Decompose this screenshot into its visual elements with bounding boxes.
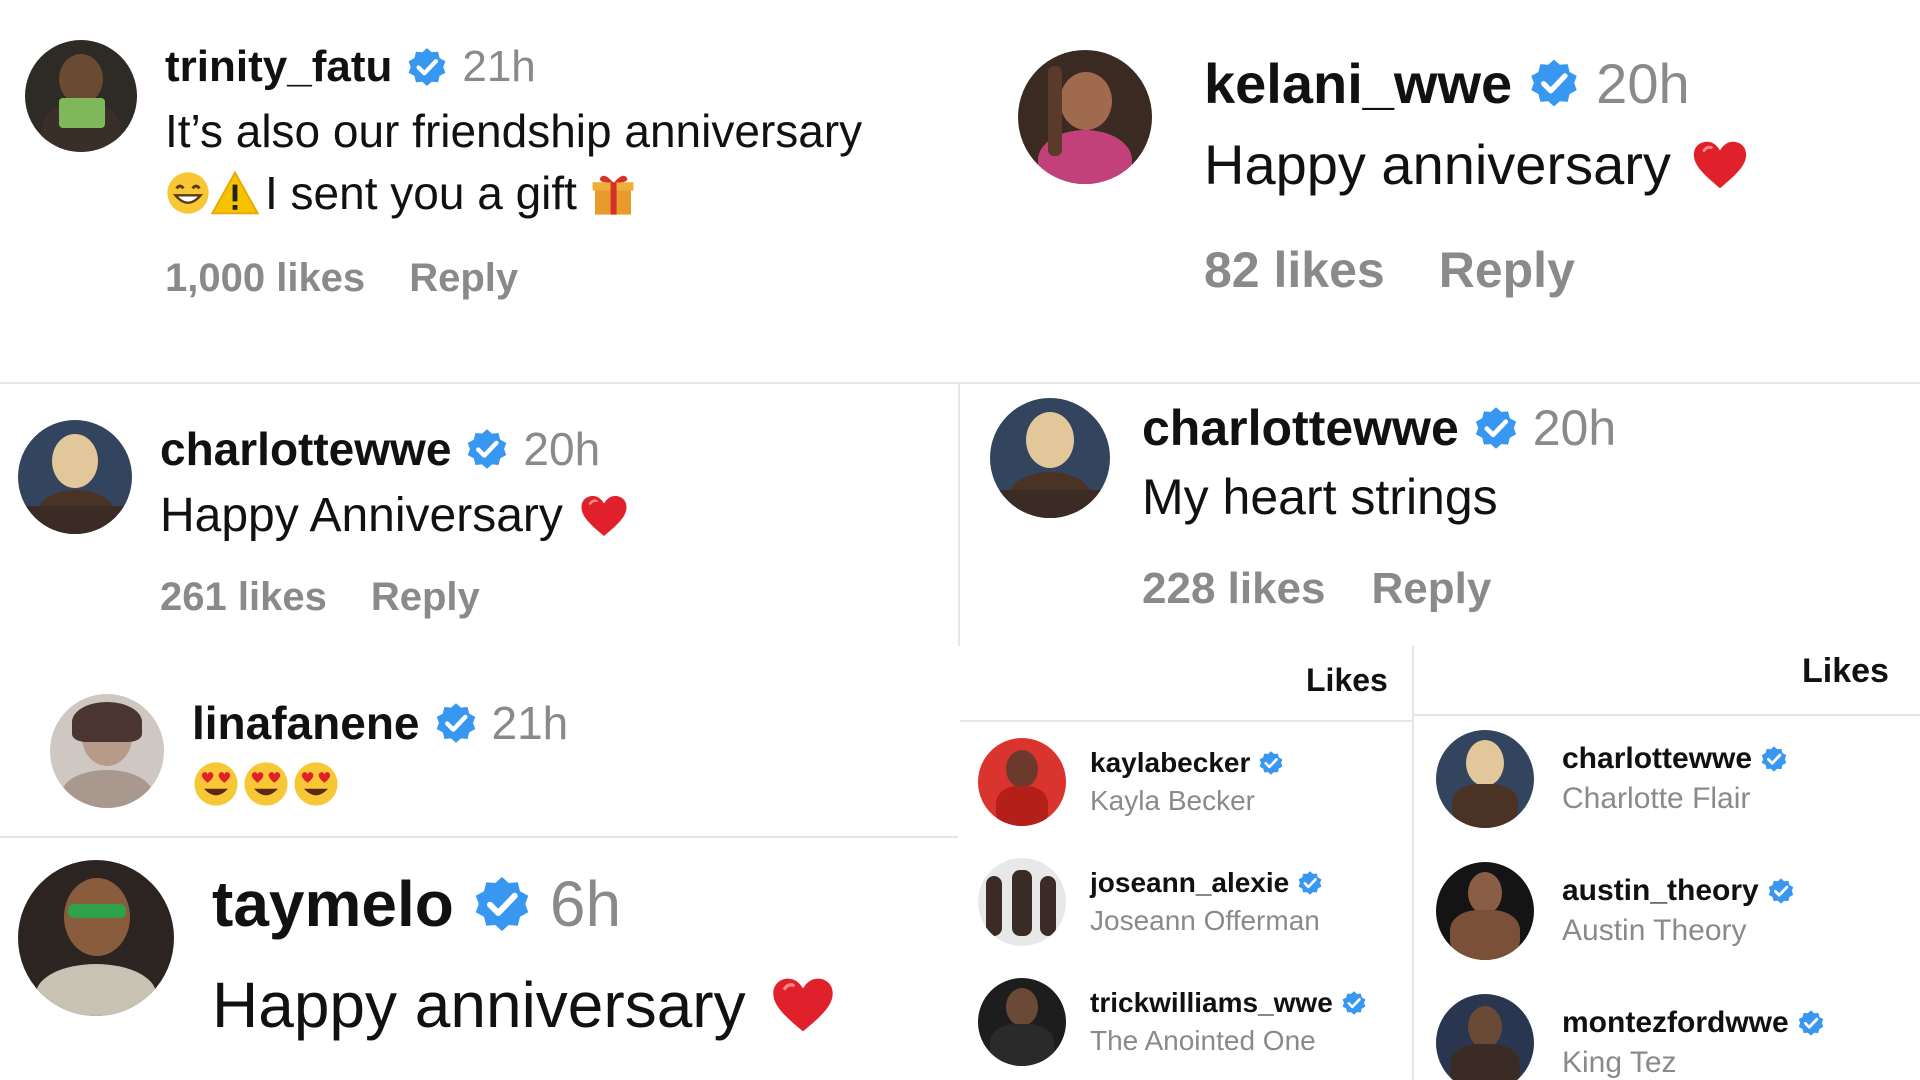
comment-charlottewwe-2: charlottewwe 20h My heart strings 228 li… — [990, 398, 1616, 614]
timestamp: 21h — [462, 42, 536, 91]
username[interactable]: charlottewwe — [160, 422, 451, 476]
comment-text-continued: I sent you a gift — [265, 167, 577, 219]
reply-button[interactable]: Reply — [1439, 241, 1575, 299]
like-username[interactable]: kaylabecker — [1090, 747, 1250, 779]
verified-badge-icon — [1768, 878, 1793, 904]
verified-badge-icon — [1475, 407, 1516, 449]
like-row[interactable]: kaylabecker Kayla Becker — [978, 738, 1284, 826]
red-heart-icon — [1693, 141, 1747, 188]
likes-count[interactable]: 1,000 likes — [165, 256, 365, 301]
like-display-name: Joseann Offerman — [1090, 905, 1320, 936]
verified-badge-icon — [1342, 991, 1366, 1015]
timestamp: 21h — [491, 697, 569, 749]
avatar[interactable] — [1436, 862, 1534, 960]
avatar[interactable] — [50, 694, 164, 808]
like-row[interactable]: charlottewwe Charlotte Flair — [1436, 730, 1788, 828]
timestamp: 6h — [549, 868, 622, 940]
likes-title: Likes — [1306, 662, 1388, 698]
red-heart-icon — [772, 978, 833, 1032]
avatar[interactable] — [1436, 730, 1534, 828]
heart-eyes-face-icon — [294, 762, 338, 806]
like-username[interactable]: charlottewwe — [1562, 742, 1752, 776]
avatar[interactable] — [25, 40, 137, 152]
grinning-face-icon — [167, 172, 209, 214]
avatar[interactable] — [978, 738, 1066, 826]
avatar[interactable] — [990, 398, 1110, 518]
username[interactable]: kelani_wwe — [1204, 51, 1512, 116]
like-row[interactable]: montezfordwwe King Tez — [1436, 994, 1825, 1080]
red-heart-icon — [581, 495, 627, 536]
divider — [1412, 646, 1414, 1080]
comment-text-line-2: I sent you a gift — [165, 166, 862, 220]
comment-linafanene: linafanene 21h — [50, 694, 568, 808]
comment-kelani-wwe: kelani_wwe 20h Happy anniversary 82 like… — [1018, 50, 1749, 299]
comment-text: Happy anniversary — [1204, 133, 1671, 196]
reply-button[interactable]: Reply — [371, 575, 480, 620]
heart-eyes-face-icon — [244, 762, 288, 806]
comment-charlottewwe-1: charlottewwe 20h Happy Anniversary 261 l… — [18, 420, 629, 620]
likes-title: Likes — [1802, 652, 1889, 690]
like-row[interactable]: joseann_alexie Joseann Offerman — [978, 858, 1323, 946]
like-display-name: Charlotte Flair — [1562, 782, 1751, 815]
avatar[interactable] — [18, 860, 174, 1016]
like-username[interactable]: trickwilliams_wwe — [1090, 987, 1333, 1019]
like-display-name: King Tez — [1562, 1046, 1677, 1079]
heart-eyes-face-icon — [194, 762, 238, 806]
comment-text-line: Happy Anniversary — [160, 488, 629, 543]
divider — [1414, 714, 1920, 716]
comment-emoji-row — [192, 760, 568, 808]
like-username[interactable]: joseann_alexie — [1090, 867, 1289, 899]
gift-icon — [592, 175, 634, 215]
verified-badge-icon — [468, 429, 507, 469]
like-username[interactable]: montezfordwwe — [1562, 1006, 1789, 1040]
likes-count[interactable]: 228 likes — [1142, 564, 1326, 614]
avatar[interactable] — [978, 858, 1066, 946]
like-username[interactable]: austin_theory — [1562, 874, 1759, 908]
divider — [0, 382, 1920, 384]
avatar[interactable] — [1018, 50, 1152, 184]
comment-text: Happy Anniversary — [160, 489, 563, 542]
comment-text: Happy anniversary — [212, 969, 746, 1041]
comment-trinity-fatu: trinity_fatu 21h It’s also our friendshi… — [25, 40, 862, 301]
timestamp: 20h — [523, 423, 601, 475]
divider — [0, 836, 958, 838]
like-row[interactable]: trickwilliams_wwe The Anointed One — [978, 978, 1367, 1066]
verified-badge-icon — [1259, 751, 1283, 775]
comment-text-line: Happy anniversary — [212, 968, 836, 1042]
username[interactable]: charlottewwe — [1142, 399, 1459, 457]
timestamp: 20h — [1532, 400, 1617, 456]
verified-badge-icon — [408, 48, 446, 86]
verified-badge-icon — [1298, 871, 1322, 895]
timestamp: 20h — [1596, 51, 1690, 115]
reply-button[interactable]: Reply — [1372, 564, 1492, 614]
verified-badge-icon — [436, 703, 475, 743]
likes-count[interactable]: 82 likes — [1204, 241, 1385, 299]
verified-badge-icon — [1761, 746, 1787, 772]
warning-icon — [211, 170, 259, 215]
like-display-name: The Anointed One — [1090, 1025, 1316, 1056]
comment-text: My heart strings — [1142, 469, 1498, 525]
comment-taymelo: taymelo 6h Happy anniversary — [18, 860, 836, 1042]
avatar[interactable] — [1436, 994, 1534, 1080]
username[interactable]: linafanene — [192, 696, 420, 750]
divider — [958, 384, 960, 646]
like-display-name: Austin Theory — [1562, 914, 1747, 947]
avatar[interactable] — [978, 978, 1066, 1066]
like-row[interactable]: austin_theory Austin Theory — [1436, 862, 1795, 960]
like-display-name: Kayla Becker — [1090, 785, 1255, 816]
divider — [960, 720, 1412, 722]
username[interactable]: taymelo — [212, 867, 454, 941]
verified-badge-icon — [1531, 59, 1577, 107]
avatar[interactable] — [18, 420, 132, 534]
username[interactable]: trinity_fatu — [165, 42, 392, 92]
verified-badge-icon — [475, 877, 529, 931]
likes-count[interactable]: 261 likes — [160, 575, 327, 620]
verified-badge-icon — [1798, 1010, 1823, 1036]
comment-text: It’s also our friendship anniversary — [165, 105, 863, 157]
reply-button[interactable]: Reply — [409, 256, 518, 301]
comment-text-line: Happy anniversary — [1204, 132, 1749, 197]
